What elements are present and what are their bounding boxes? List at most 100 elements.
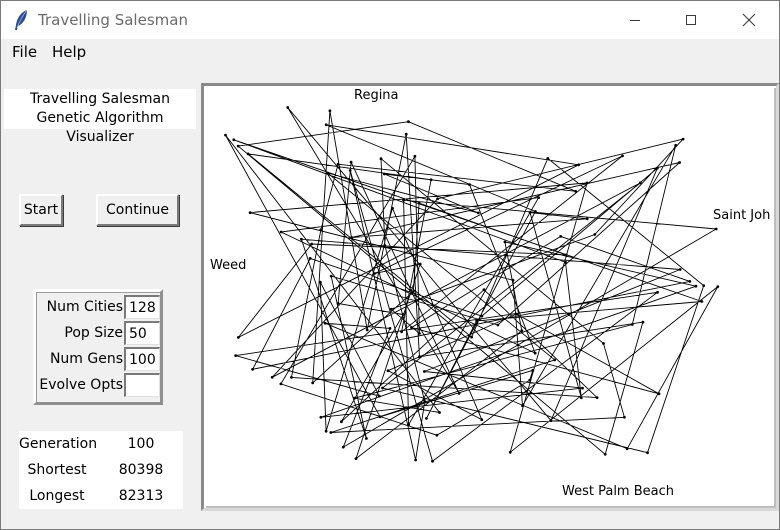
city-point bbox=[326, 171, 329, 175]
city-point bbox=[435, 433, 439, 437]
option-num-gens: Num Gens 100 bbox=[36, 347, 160, 371]
city-point bbox=[623, 415, 626, 419]
num-gens-input[interactable]: 100 bbox=[124, 347, 160, 371]
city-point bbox=[714, 227, 718, 231]
city-point bbox=[646, 451, 649, 455]
city-point bbox=[402, 198, 405, 202]
city-point bbox=[324, 429, 328, 433]
stat-label: Shortest bbox=[27, 462, 87, 478]
city-point bbox=[349, 160, 353, 164]
city-point bbox=[656, 290, 659, 294]
menu-help[interactable]: Help bbox=[50, 43, 88, 61]
city-point bbox=[270, 375, 274, 379]
city-point bbox=[410, 326, 413, 329]
city-point bbox=[641, 320, 645, 324]
city-point bbox=[246, 152, 250, 156]
city-point bbox=[585, 181, 589, 185]
evolve-opts-input[interactable] bbox=[124, 373, 160, 397]
maximize-button[interactable] bbox=[663, 1, 719, 39]
city-point bbox=[585, 217, 589, 221]
city-point bbox=[678, 268, 682, 271]
city-point bbox=[373, 272, 376, 275]
minimize-button[interactable] bbox=[607, 1, 663, 39]
city-point bbox=[412, 290, 415, 293]
city-point bbox=[537, 196, 540, 199]
city-point bbox=[577, 163, 581, 167]
close-button[interactable] bbox=[721, 1, 777, 39]
city-point bbox=[310, 242, 314, 246]
city-point bbox=[681, 137, 685, 141]
city-point bbox=[702, 284, 706, 287]
option-label: Pop Size bbox=[64, 325, 123, 341]
city-point bbox=[559, 235, 563, 238]
num-cities-input[interactable]: 128 bbox=[124, 295, 160, 319]
city-point bbox=[318, 280, 322, 284]
route-path bbox=[225, 107, 719, 462]
start-button[interactable]: Start bbox=[19, 194, 63, 226]
city-point bbox=[236, 144, 240, 148]
city-point bbox=[286, 106, 290, 109]
minimize-icon bbox=[630, 20, 640, 21]
city-point bbox=[386, 369, 390, 373]
city-point bbox=[423, 400, 427, 403]
window-title: Travelling Salesman bbox=[38, 11, 188, 29]
close-icon bbox=[742, 13, 756, 27]
app-title-label: Travelling Salesman Genetic Algorithm Vi… bbox=[4, 89, 196, 145]
city-point bbox=[480, 418, 484, 422]
city-point bbox=[354, 457, 358, 460]
city-point bbox=[237, 336, 240, 339]
city-point bbox=[388, 327, 392, 330]
city-point bbox=[694, 284, 698, 288]
city-point bbox=[674, 143, 678, 147]
city-point bbox=[336, 162, 340, 166]
menu-bar: File Help bbox=[1, 39, 779, 65]
city-point bbox=[470, 335, 473, 339]
menu-file[interactable]: File bbox=[10, 43, 39, 61]
city-label-west-palm-beach: West Palm Beach bbox=[562, 484, 674, 499]
city-point bbox=[521, 404, 524, 408]
city-point bbox=[657, 392, 661, 396]
city-point bbox=[533, 351, 537, 355]
city-point bbox=[546, 157, 550, 160]
city-point bbox=[407, 120, 410, 124]
city-point bbox=[602, 342, 605, 345]
city-point bbox=[251, 367, 254, 371]
map-canvas: Regina Saint Joh Weed West Palm Beach bbox=[201, 83, 779, 511]
city-point bbox=[323, 321, 327, 325]
city-point bbox=[400, 330, 403, 334]
city-point bbox=[324, 123, 328, 127]
city-point bbox=[534, 210, 537, 213]
city-point bbox=[377, 394, 381, 398]
city-point bbox=[457, 391, 461, 395]
option-evolve-opts: Evolve Opts bbox=[36, 373, 160, 397]
city-point bbox=[353, 396, 356, 400]
continue-button[interactable]: Continue bbox=[96, 194, 179, 226]
city-point bbox=[688, 280, 692, 283]
city-point bbox=[340, 420, 343, 424]
city-point bbox=[336, 302, 340, 305]
city-point bbox=[279, 230, 283, 234]
city-point bbox=[621, 154, 624, 158]
city-point bbox=[300, 237, 303, 241]
city-point bbox=[549, 419, 553, 422]
city-point bbox=[528, 211, 532, 214]
city-point bbox=[290, 376, 293, 379]
city-point bbox=[564, 253, 568, 257]
city-point bbox=[429, 178, 433, 182]
city-point bbox=[418, 355, 421, 359]
pop-size-input[interactable]: 50 bbox=[124, 321, 160, 345]
city-point bbox=[341, 445, 345, 449]
city-point bbox=[248, 211, 252, 214]
option-label: Num Gens bbox=[49, 351, 123, 367]
city-point bbox=[348, 169, 352, 172]
city-point bbox=[418, 262, 422, 266]
title-bar[interactable]: Travelling Salesman bbox=[1, 1, 779, 39]
city-point bbox=[365, 437, 368, 440]
app-window: Travelling Salesman File Help Travelling… bbox=[0, 0, 780, 530]
stat-value: 80398 bbox=[118, 462, 164, 478]
city-point bbox=[329, 431, 333, 434]
city-point bbox=[319, 228, 323, 232]
city-point bbox=[655, 166, 659, 170]
city-point bbox=[630, 323, 634, 326]
city-point bbox=[350, 236, 353, 239]
